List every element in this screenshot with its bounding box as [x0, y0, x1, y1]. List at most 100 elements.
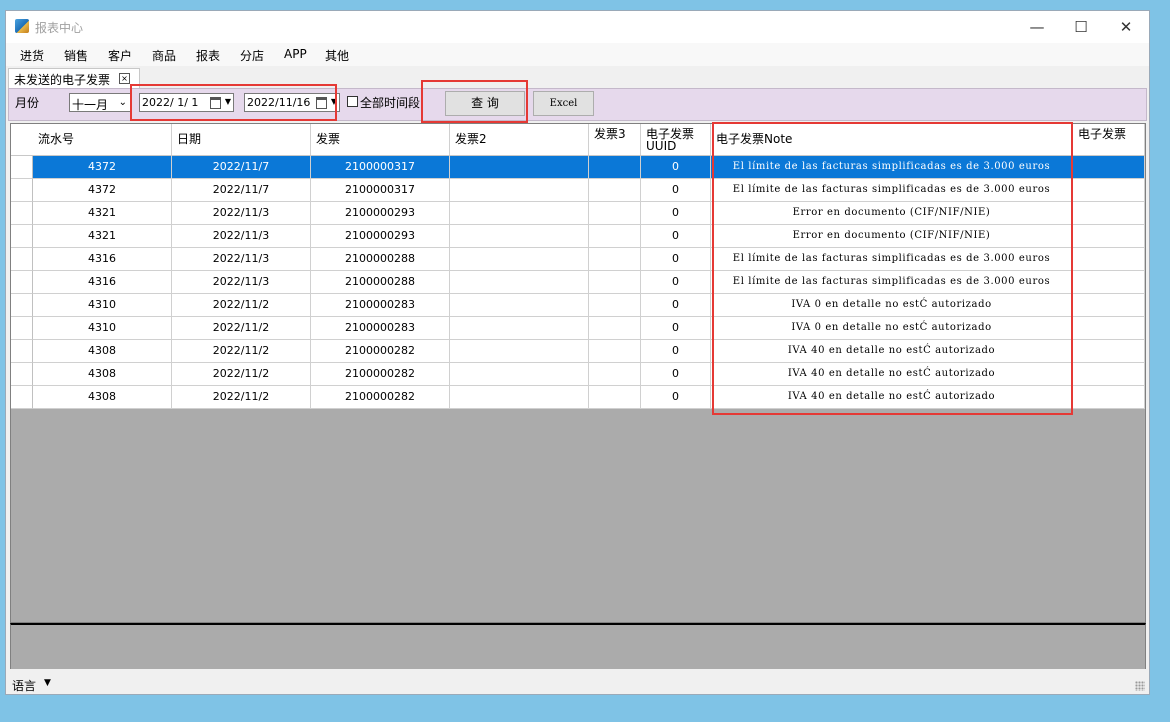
table-cell[interactable]: [589, 202, 641, 225]
table-cell[interactable]: 4308: [33, 386, 172, 409]
table-cell[interactable]: [450, 317, 589, 340]
table-cell[interactable]: [450, 386, 589, 409]
resize-grip-icon[interactable]: [1135, 681, 1145, 691]
close-button[interactable]: ✕: [1106, 15, 1146, 39]
table-cell[interactable]: 0: [641, 317, 711, 340]
tab-unsent-invoices[interactable]: 未发送的电子发票 ×: [8, 68, 140, 88]
menu-products[interactable]: 商品: [152, 47, 176, 64]
table-cell[interactable]: [1073, 156, 1145, 179]
table-cell[interactable]: 0: [641, 179, 711, 202]
row-header[interactable]: [11, 225, 33, 248]
column-header[interactable]: 日期: [172, 124, 311, 155]
table-cell[interactable]: [589, 271, 641, 294]
table-cell[interactable]: 2022/11/2: [172, 363, 311, 386]
table-cell[interactable]: [1073, 294, 1145, 317]
table-cell[interactable]: 4316: [33, 271, 172, 294]
table-cell[interactable]: [589, 386, 641, 409]
table-cell[interactable]: [589, 363, 641, 386]
table-cell[interactable]: 4372: [33, 156, 172, 179]
table-cell[interactable]: 2100000282: [311, 386, 450, 409]
row-header[interactable]: [11, 386, 33, 409]
table-cell[interactable]: [589, 225, 641, 248]
column-header[interactable]: 发票3: [589, 124, 641, 155]
table-cell[interactable]: 2022/11/3: [172, 225, 311, 248]
table-cell[interactable]: 2100000317: [311, 179, 450, 202]
table-cell[interactable]: [450, 202, 589, 225]
table-cell[interactable]: [450, 363, 589, 386]
menu-purchase[interactable]: 进货: [20, 47, 44, 64]
table-cell[interactable]: 4321: [33, 202, 172, 225]
column-header[interactable]: 电子发票UUID: [641, 124, 711, 155]
table-cell[interactable]: [589, 179, 641, 202]
table-cell[interactable]: 2022/11/2: [172, 294, 311, 317]
excel-button[interactable]: Excel: [533, 91, 594, 116]
row-header[interactable]: [11, 202, 33, 225]
table-cell[interactable]: [1073, 363, 1145, 386]
table-cell[interactable]: [1073, 386, 1145, 409]
table-cell[interactable]: [450, 225, 589, 248]
table-cell[interactable]: [589, 156, 641, 179]
all-time-checkbox[interactable]: [347, 96, 358, 107]
table-cell[interactable]: 2022/11/3: [172, 271, 311, 294]
table-cell[interactable]: 2022/11/2: [172, 340, 311, 363]
table-cell[interactable]: 0: [641, 202, 711, 225]
table-cell[interactable]: [450, 340, 589, 363]
table-cell[interactable]: 2100000282: [311, 340, 450, 363]
menu-app[interactable]: APP: [284, 47, 307, 61]
table-cell[interactable]: 0: [641, 156, 711, 179]
menu-other[interactable]: 其他: [325, 47, 349, 64]
table-cell[interactable]: 4310: [33, 317, 172, 340]
table-cell[interactable]: [589, 340, 641, 363]
row-header[interactable]: [11, 271, 33, 294]
chevron-down-icon[interactable]: ▼: [44, 678, 51, 688]
tab-close-icon[interactable]: ×: [119, 73, 130, 84]
table-cell[interactable]: 0: [641, 294, 711, 317]
menu-sales[interactable]: 销售: [64, 47, 88, 64]
all-time-label[interactable]: 全部时间段: [360, 94, 420, 111]
column-header[interactable]: 流水号: [33, 124, 172, 155]
table-cell[interactable]: 4321: [33, 225, 172, 248]
table-cell[interactable]: [1073, 340, 1145, 363]
maximize-button[interactable]: ☐: [1061, 15, 1101, 39]
table-cell[interactable]: 0: [641, 386, 711, 409]
table-cell[interactable]: [450, 294, 589, 317]
column-header[interactable]: 发票: [311, 124, 450, 155]
row-header[interactable]: [11, 248, 33, 271]
table-cell[interactable]: [450, 156, 589, 179]
table-cell[interactable]: 2100000293: [311, 225, 450, 248]
table-cell[interactable]: 4308: [33, 340, 172, 363]
table-cell[interactable]: 4310: [33, 294, 172, 317]
table-cell[interactable]: 2100000282: [311, 363, 450, 386]
table-cell[interactable]: 2022/11/3: [172, 202, 311, 225]
row-header[interactable]: [11, 317, 33, 340]
table-cell[interactable]: 4316: [33, 248, 172, 271]
table-cell[interactable]: 0: [641, 340, 711, 363]
language-label[interactable]: 语言: [12, 677, 36, 694]
table-cell[interactable]: [1073, 179, 1145, 202]
table-cell[interactable]: 2022/11/2: [172, 317, 311, 340]
table-cell[interactable]: [589, 317, 641, 340]
table-cell[interactable]: 2100000293: [311, 202, 450, 225]
menu-reports[interactable]: 报表: [196, 47, 220, 64]
table-cell[interactable]: 2100000288: [311, 248, 450, 271]
row-header[interactable]: [11, 340, 33, 363]
table-cell[interactable]: 2100000288: [311, 271, 450, 294]
table-cell[interactable]: [450, 179, 589, 202]
table-cell[interactable]: 0: [641, 225, 711, 248]
table-cell[interactable]: [589, 248, 641, 271]
row-header[interactable]: [11, 363, 33, 386]
table-cell[interactable]: 2022/11/2: [172, 386, 311, 409]
table-cell[interactable]: [1073, 248, 1145, 271]
table-cell[interactable]: 2100000283: [311, 317, 450, 340]
menu-customers[interactable]: 客户: [108, 47, 132, 64]
row-header[interactable]: [11, 156, 33, 179]
table-cell[interactable]: 2022/11/3: [172, 248, 311, 271]
table-cell[interactable]: [1073, 225, 1145, 248]
table-cell[interactable]: 2100000317: [311, 156, 450, 179]
table-cell[interactable]: 2022/11/7: [172, 156, 311, 179]
menu-branches[interactable]: 分店: [240, 47, 264, 64]
table-cell[interactable]: [450, 271, 589, 294]
table-cell[interactable]: 0: [641, 248, 711, 271]
minimize-button[interactable]: —: [1017, 15, 1057, 39]
row-header[interactable]: [11, 294, 33, 317]
